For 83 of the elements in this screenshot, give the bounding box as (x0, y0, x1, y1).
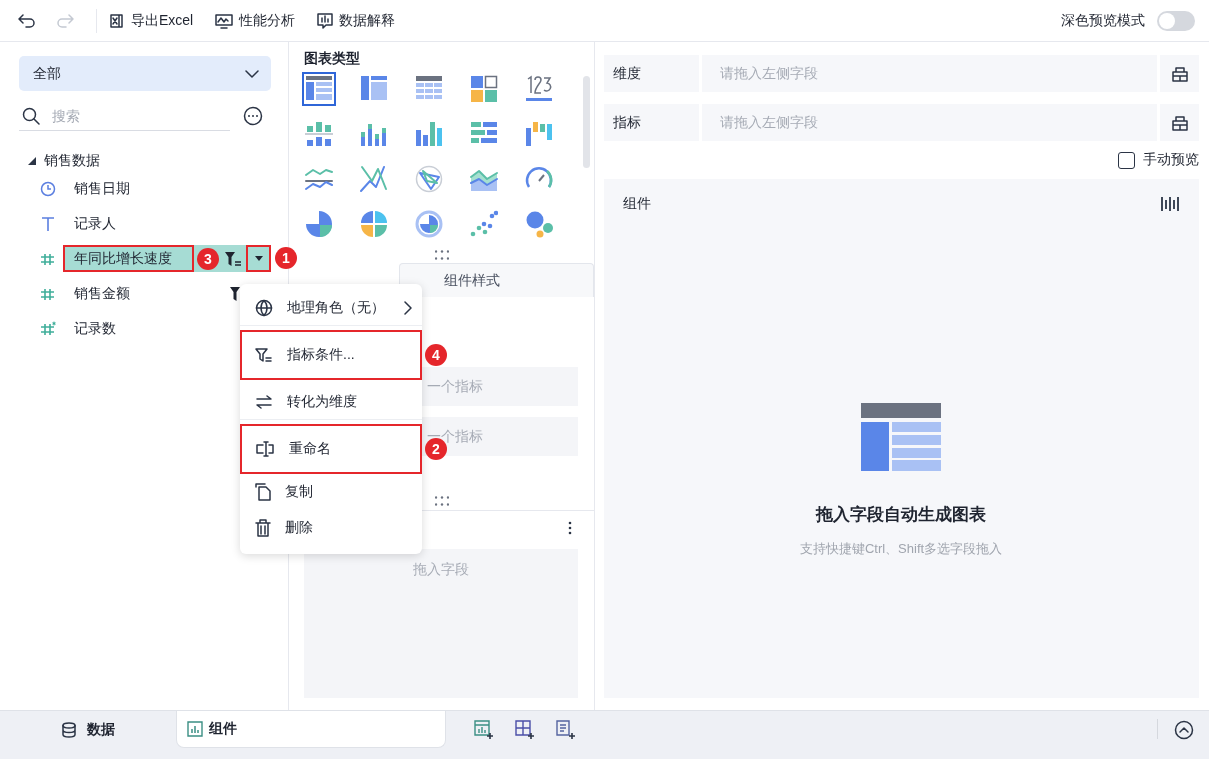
add-report-button[interactable] (556, 719, 576, 740)
toggle-label: 深色预览模式 (1061, 11, 1145, 30)
range-bar-icon (305, 120, 333, 148)
collapse-icon[interactable] (1174, 720, 1194, 740)
scatter-plot-icon (470, 210, 498, 238)
filter-icon (255, 346, 273, 363)
search-icon (22, 107, 40, 125)
crossing-lines-icon (360, 165, 388, 193)
add-layout-button[interactable] (515, 719, 535, 740)
menu-item[interactable]: 转化为维度 (240, 384, 422, 420)
filter-icon[interactable] (225, 251, 241, 266)
drag-handle-icon[interactable] (434, 496, 449, 506)
chevron-down-icon (245, 69, 259, 78)
shelf-label: 指标 (604, 104, 699, 141)
bottom-tab[interactable]: 数据 (0, 711, 176, 748)
field-label: 年同比增长速度 (63, 245, 194, 272)
search-field[interactable]: 搜索 (19, 101, 230, 131)
shelf-label: 维度 (604, 55, 699, 92)
chevron-right-icon (404, 300, 412, 315)
field-row[interactable]: 销售日期 (63, 175, 248, 202)
trash-icon (255, 519, 271, 537)
canvas-title: 组件 (623, 195, 651, 213)
empty-state-hint: 支持快捷键Ctrl、Shift多选字段拖入 (799, 540, 1003, 558)
group-label: 销售数据 (44, 152, 100, 170)
text-type-icon (41, 215, 55, 232)
chart-comment-icon (317, 12, 334, 29)
dropdown-button[interactable] (246, 245, 271, 272)
panel-tab[interactable]: 组件样式 (399, 263, 594, 297)
pie-chart-icon (360, 210, 388, 238)
monitor-chart-icon (215, 12, 234, 29)
bar-chart-icon (415, 120, 443, 148)
donut-chart-icon (415, 210, 443, 238)
export-button[interactable]: 导出Excel (109, 11, 194, 30)
radar-icon (415, 165, 443, 193)
toggle-switch[interactable] (1157, 10, 1195, 31)
step-badge: 2 (425, 438, 447, 460)
cross-table-icon (360, 75, 388, 103)
rename-icon (255, 441, 275, 457)
bottom-tab[interactable]: 组件 (176, 711, 446, 748)
layout-icon[interactable] (1170, 114, 1189, 131)
more-icon[interactable] (243, 106, 263, 126)
swap-icon (255, 393, 273, 410)
layout-icon[interactable] (1170, 65, 1189, 82)
menu-item[interactable]: 复制 (240, 474, 422, 510)
section-title: 图表类型 (303, 49, 361, 68)
hash-star-icon (40, 320, 56, 337)
caret-icon (254, 256, 263, 261)
bar-chart-icon (187, 721, 203, 737)
field-row[interactable]: 记录人 (63, 210, 248, 237)
number-icon (525, 75, 553, 103)
spreadsheet-icon (109, 12, 125, 29)
copy-icon (255, 483, 271, 501)
field-label: 销售金额 (73, 283, 131, 303)
explain-button[interactable]: 数据解释 (317, 11, 396, 30)
waterfall-icon (525, 120, 553, 148)
bubble-chart-icon (525, 210, 553, 238)
chart-type-button[interactable] (302, 72, 336, 106)
menu-item[interactable]: 指标条件... (240, 330, 422, 380)
field-label: 记录数 (73, 318, 117, 338)
more-vertical-icon[interactable] (568, 521, 572, 535)
field-label: 销售日期 (73, 178, 131, 198)
scrollbar[interactable] (583, 76, 590, 168)
card-grid-icon (470, 75, 498, 103)
checkbox[interactable] (1118, 151, 1135, 169)
expand-triangle-icon[interactable] (28, 157, 36, 165)
checkbox-label: 手动预览 (1143, 151, 1199, 169)
globe-icon (255, 298, 273, 317)
drag-handle-icon[interactable] (434, 250, 449, 260)
step-badge: 3 (197, 247, 219, 270)
barcode-layout-icon[interactable] (1161, 196, 1179, 212)
step-badge: 1 (275, 247, 297, 269)
source-dropdown[interactable]: 全部 (19, 56, 271, 91)
pie-chart-icon (305, 210, 333, 238)
empty-state-title: 拖入字段自动生成图表 (816, 504, 986, 526)
menu-item[interactable]: 删除 (240, 510, 422, 546)
menu-item[interactable]: 地理角色（无） (240, 290, 422, 326)
clock-icon (40, 180, 56, 197)
field-label: 记录人 (73, 213, 117, 233)
step-badge: 4 (425, 344, 447, 366)
database-icon (61, 721, 77, 738)
add-chart-button[interactable] (474, 719, 494, 740)
table-icon (305, 75, 333, 103)
performance-button[interactable]: 性能分析 (215, 11, 296, 30)
